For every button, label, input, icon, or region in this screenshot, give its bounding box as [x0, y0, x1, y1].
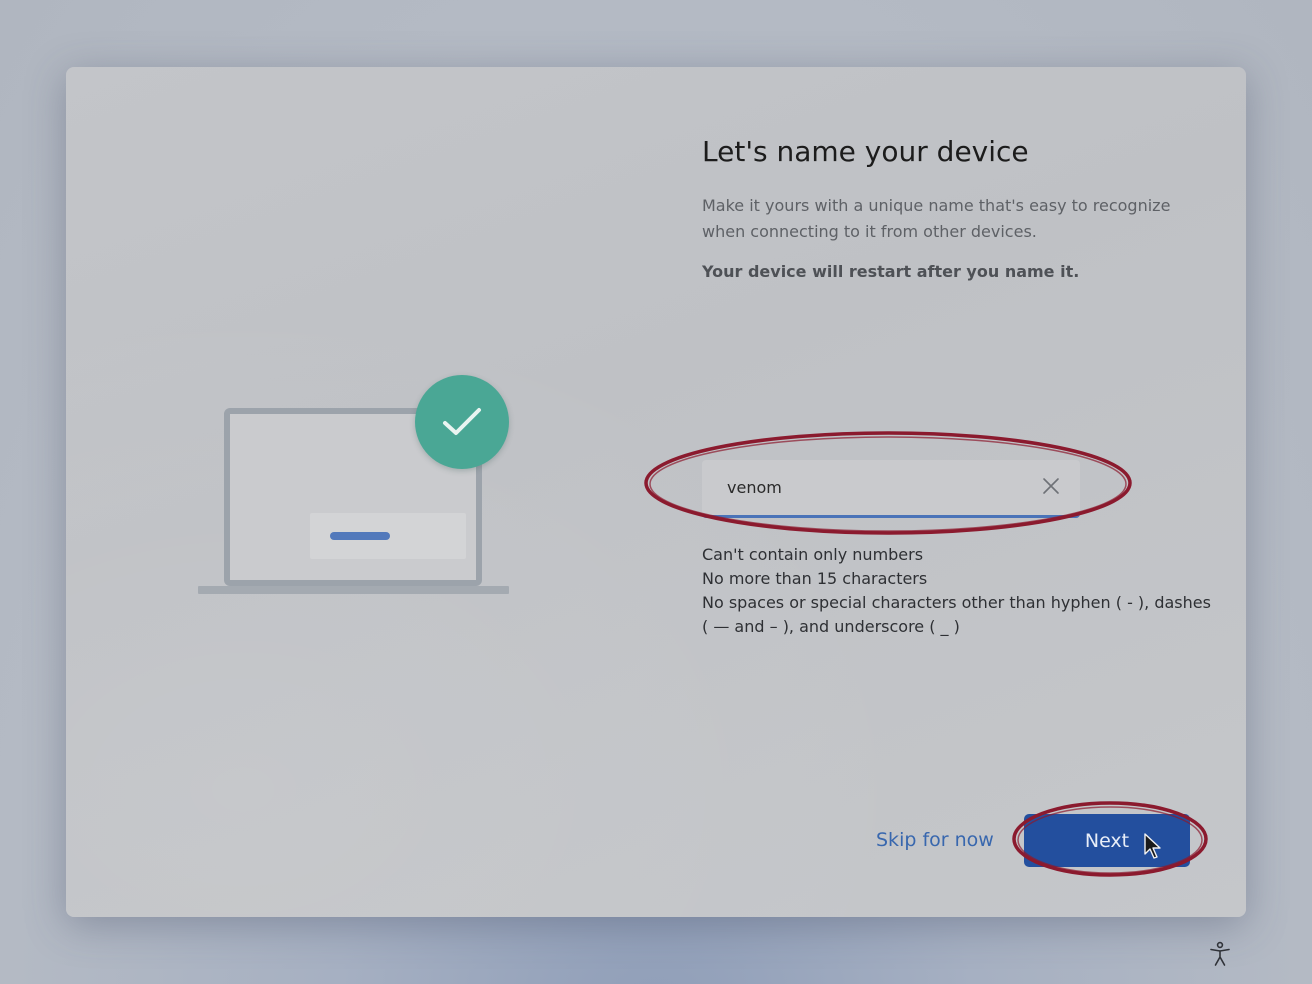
name-rules-list: Can't contain only numbers No more than … [702, 543, 1212, 639]
screen-field-bar [330, 532, 390, 540]
rule-item: Can't contain only numbers [702, 545, 924, 564]
checkmark-icon [415, 375, 509, 469]
skip-for-now-link[interactable]: Skip for now [876, 829, 994, 851]
device-name-field [702, 460, 1080, 518]
close-icon[interactable] [1040, 475, 1062, 497]
device-name-input[interactable] [702, 460, 1032, 515]
mouse-pointer-icon [1144, 833, 1161, 859]
page-description: Make it yours with a unique name that's … [702, 196, 1171, 241]
laptop-base [198, 586, 509, 594]
next-button[interactable]: Next [1024, 814, 1190, 867]
accessibility-icon[interactable] [1206, 940, 1234, 968]
rule-item: No spaces or special characters other th… [702, 593, 1211, 636]
device-illustration [196, 374, 516, 604]
screen-name-field [310, 513, 466, 559]
setup-dialog: Let's name your device Make it yours wit… [66, 67, 1246, 917]
restart-warning: Your device will restart after you name … [702, 262, 1080, 281]
rule-item: No more than 15 characters [702, 569, 928, 588]
page-title: Let's name your device [702, 135, 1029, 168]
